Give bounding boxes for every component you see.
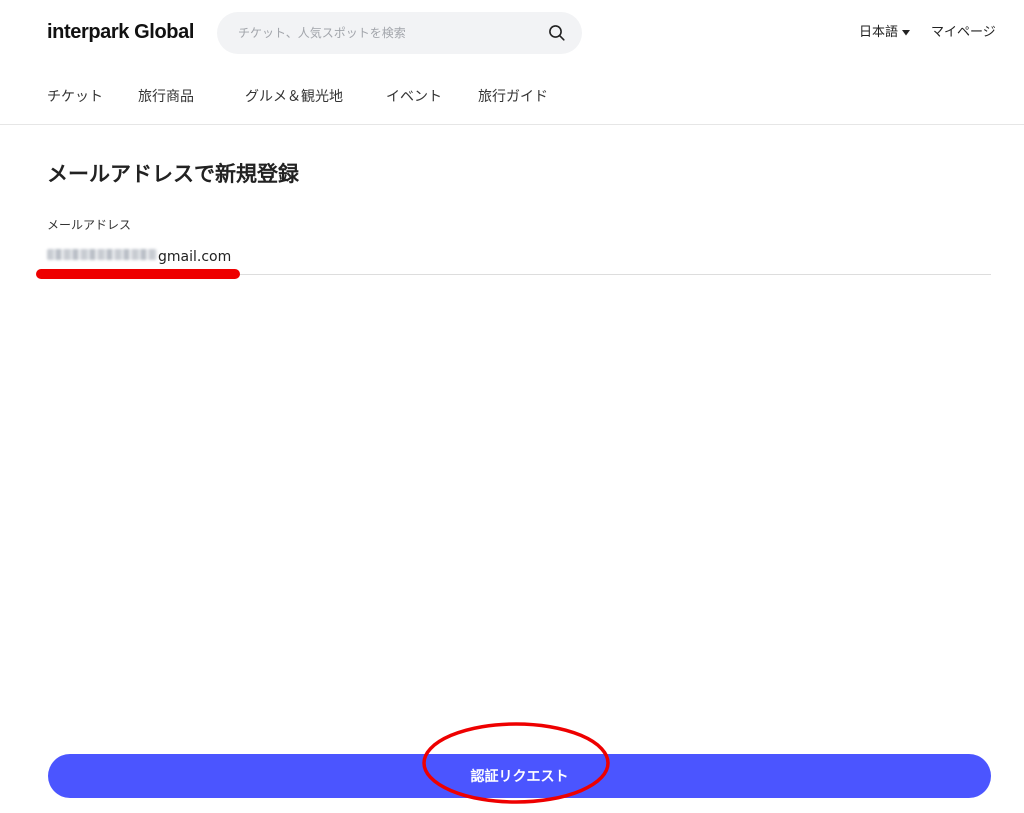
search-input[interactable] xyxy=(236,25,548,41)
caret-down-icon xyxy=(902,30,911,36)
nav-item-ticket[interactable]: チケット xyxy=(47,87,103,107)
nav-item-gourmet-sightseeing[interactable]: グルメ＆観光地 xyxy=(245,87,343,107)
language-label: 日本語 xyxy=(859,25,899,40)
email-field[interactable] xyxy=(47,245,991,269)
mypage-link[interactable]: マイページ xyxy=(931,24,996,42)
nav-item-travel-guide[interactable]: 旅行ガイド xyxy=(478,87,548,107)
red-underline-annotation xyxy=(36,269,240,279)
page: interpark Global 日本語 マイページ チケット 旅行商品 グルメ… xyxy=(0,0,1024,813)
nav-item-travel-products[interactable]: 旅行商品 xyxy=(138,87,194,107)
nav-item-events[interactable]: イベント xyxy=(386,87,442,107)
search-bar[interactable] xyxy=(217,12,582,54)
search-icon[interactable] xyxy=(548,24,566,42)
logo[interactable]: interpark Global xyxy=(47,19,194,45)
email-label: メールアドレス xyxy=(47,218,132,232)
language-selector[interactable]: 日本語 xyxy=(859,24,911,42)
page-title: メールアドレスで新規登録 xyxy=(47,162,299,186)
nav-divider xyxy=(0,124,1024,125)
verification-request-button[interactable]: 認証リクエスト xyxy=(48,754,991,798)
